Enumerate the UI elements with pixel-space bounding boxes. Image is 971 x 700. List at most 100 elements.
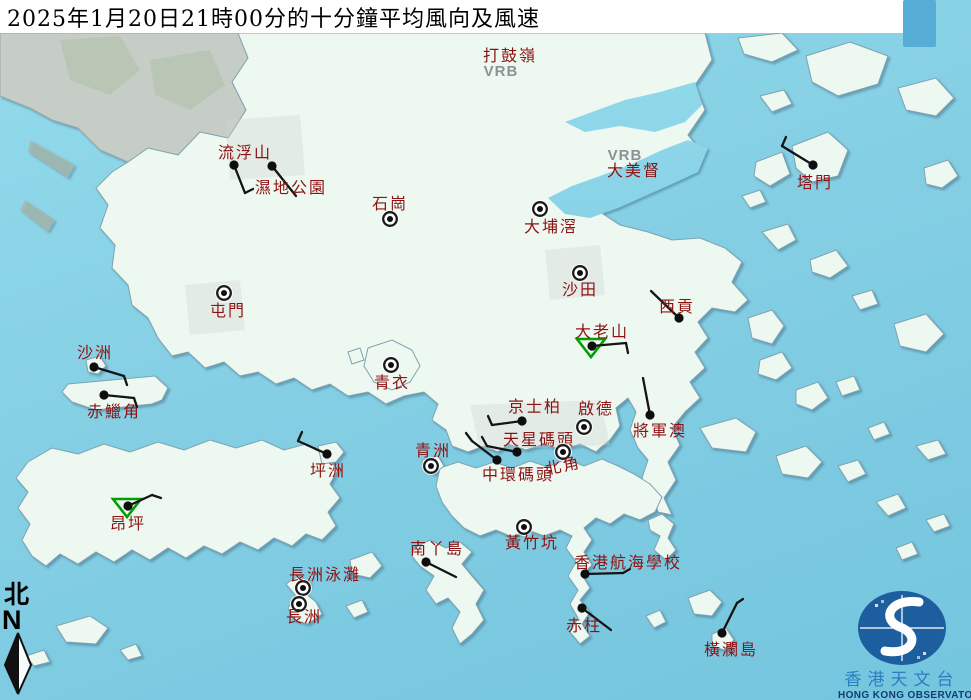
island-shape: [837, 459, 867, 483]
station-dot-icon: [717, 628, 727, 638]
station-dot-icon: [645, 410, 655, 420]
hko-logo-icon: [858, 591, 946, 665]
island-shape: [875, 493, 907, 517]
island-shape: [20, 200, 55, 232]
station-label: 流浮山: [218, 143, 272, 162]
station-dot-icon: [517, 416, 527, 426]
station-dot-icon: [808, 160, 818, 170]
island-shape: [805, 41, 889, 97]
station-label: 長洲: [286, 607, 322, 626]
island-shape: [925, 513, 951, 533]
island-shape: [893, 313, 945, 353]
station-label: 香港航海學校: [574, 553, 682, 572]
soko-islands: [55, 615, 109, 645]
island-shape: [867, 421, 891, 441]
station-label: 青洲: [415, 441, 451, 460]
island-shape: [757, 351, 793, 381]
station-label: 中環碼頭: [482, 465, 554, 484]
station-label: 昂坪: [110, 514, 146, 533]
calm-symbol-dot: [388, 362, 394, 368]
wind-barb-staff: [583, 571, 625, 576]
title-bar: 2025年1月20日21時00分的十分鐘平均風向及風速: [0, 0, 906, 33]
north-arrow-icon: [3, 632, 33, 695]
calm-symbol-dot: [428, 463, 434, 469]
calm-symbol-dot: [521, 524, 527, 530]
station-dot-icon: [123, 501, 133, 511]
island-shape: [759, 89, 793, 113]
station-label: 將軍澳: [633, 421, 687, 440]
calm-symbol-dot: [537, 206, 543, 212]
island-shape: [747, 309, 785, 345]
calm-symbol-dot: [581, 424, 587, 430]
island-shape: [895, 541, 919, 561]
station-label: 濕地公園: [255, 178, 327, 197]
station-label: 啟德: [578, 399, 614, 418]
station-cheung-chau: 長洲: [286, 595, 322, 626]
island-shape: [741, 189, 767, 209]
station-sea-school: 香港航海學校: [574, 553, 682, 579]
island-shape: [28, 140, 75, 178]
land-layer: [0, 32, 959, 667]
island-shape: [835, 375, 861, 397]
station-label: 沙田: [562, 280, 598, 299]
island-shape: [923, 159, 959, 189]
station-label: 長洲泳灘: [289, 565, 361, 584]
station-dot-icon: [421, 557, 431, 567]
station-label: 石崗: [372, 194, 408, 213]
island-shape: [897, 77, 955, 117]
station-dot-icon: [322, 449, 332, 459]
wind-barb-staff: [720, 601, 739, 635]
island-shape: [737, 32, 799, 63]
station-label: 塔門: [797, 173, 833, 192]
station-dot-icon: [492, 455, 502, 465]
station-label: 坪洲: [310, 461, 346, 480]
station-dot-icon: [99, 390, 109, 400]
hko-logo-chinese: 香港天文台: [844, 670, 960, 690]
map-canvas: 打鼓嶺VRB大美督VRB流浮山濕地公園石崗大埔滘沙田塔門西貢屯門沙洲赤鱲角青衣大…: [0, 32, 959, 667]
station-label: 屯門: [210, 301, 246, 320]
station-dot-icon: [267, 161, 277, 171]
north-compass: 北 N: [2, 582, 42, 696]
station-cheung-chau-beach: 長洲泳灘: [289, 565, 361, 597]
island-shape: [809, 249, 849, 279]
hko-logo: 香港天文台 HONG KONG OBSERVATORY: [838, 590, 971, 700]
station-label: 橫瀾島: [704, 640, 758, 659]
calm-symbol-dot: [300, 585, 306, 591]
reservoir-patch: [903, 0, 936, 47]
calm-symbol-dot: [221, 290, 227, 296]
station-label: 青衣: [374, 373, 410, 392]
lantau-island: [15, 439, 341, 567]
wind-map: 打鼓嶺 VRB 大美督 VRB 流浮山 濕地公園 石崗 大埔滘 沙田 塔門 西貢 屯門 沙洲 赤鱲角 青衣大…: [0, 0, 971, 700]
calm-symbol-dot: [577, 270, 583, 276]
station-dot-icon: [89, 362, 99, 372]
vrb-wind-label: VRB: [608, 147, 643, 164]
station-label: 赤柱: [566, 616, 602, 635]
island-shape: [645, 609, 667, 629]
calm-symbol-dot: [387, 216, 393, 222]
island-shape: [699, 417, 757, 453]
station-label: 西貢: [659, 297, 695, 316]
station-label: 南丫島: [410, 539, 464, 558]
wind-barb-tick: [780, 135, 788, 148]
island-shape: [761, 223, 797, 251]
wind-barb-tick: [735, 597, 745, 605]
island-shape: [775, 445, 823, 479]
island-shape: [119, 643, 143, 661]
station-label: 大老山: [575, 322, 629, 341]
po-toi-island: [687, 589, 723, 617]
station-label: 大埔滘: [524, 217, 578, 236]
map-title: 2025年1月20日21時00分的十分鐘平均風向及風速: [7, 6, 540, 32]
island-shape: [915, 439, 947, 461]
vrb-wind-label: VRB: [484, 63, 519, 80]
station-label: 赤鱲角: [87, 402, 141, 421]
station-label: 黃竹坑: [505, 533, 559, 552]
island-shape: [795, 381, 829, 411]
station-label: 沙洲: [77, 343, 113, 362]
shek-kwu-chau: [345, 599, 369, 619]
hko-logo-english: HONG KONG OBSERVATORY: [838, 690, 971, 700]
compass-north-letter: N: [2, 605, 22, 635]
station-label: 京士柏: [508, 397, 562, 416]
island-shape: [753, 151, 791, 187]
station-dot-icon: [587, 341, 597, 351]
wind-barb-tick: [296, 430, 304, 443]
